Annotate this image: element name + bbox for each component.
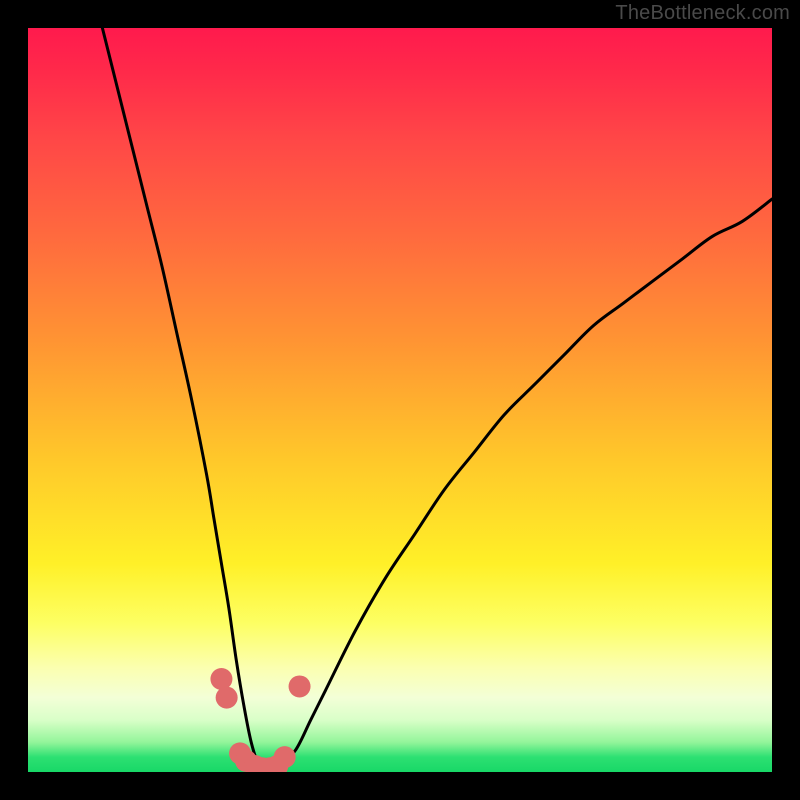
chart-svg [28,28,772,772]
chart-frame: TheBottleneck.com [0,0,800,800]
marker-left-mid [216,687,238,709]
marker-right-low [274,746,296,768]
plot-area [28,28,772,772]
marker-right-upper [289,675,311,697]
bottleneck-curve [102,28,772,772]
marker-left-upper [210,668,232,690]
watermark-label: TheBottleneck.com [615,2,790,25]
